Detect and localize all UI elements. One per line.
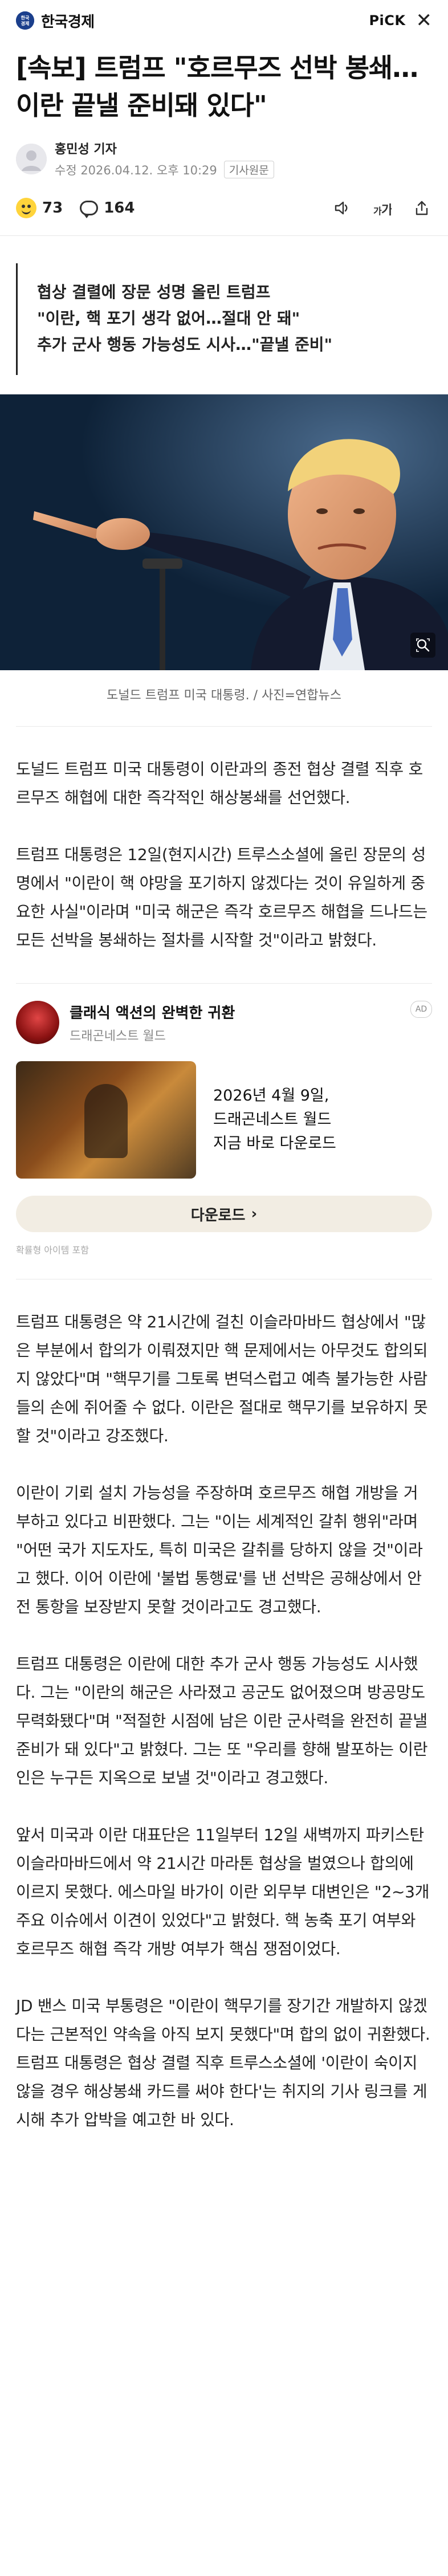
- comment-bubble-icon: [80, 201, 99, 218]
- body-paragraph: 도널드 트럼프 미국 대통령이 이란과의 종전 협상 결렬 직후 호르무즈 해협…: [16, 760, 423, 807]
- svg-text:경제: 경제: [21, 21, 30, 26]
- reaction-count: 73: [42, 199, 63, 217]
- original-article-button[interactable]: 기사원문: [223, 161, 274, 178]
- summary-line: 협상 결렬에 장문 성명 올린 트럼프: [37, 283, 271, 301]
- ad-copy-line: 지금 바로 다운로드: [213, 1135, 336, 1152]
- pick-icon[interactable]: PiCK: [369, 13, 405, 28]
- reporter-name[interactable]: 홍민성 기자: [55, 139, 274, 157]
- ad-copy-line: 2026년 4월 9일,: [213, 1087, 329, 1104]
- comment-button[interactable]: 164: [80, 199, 135, 218]
- advertiser-logo-icon: [16, 1001, 59, 1044]
- divider: [16, 983, 432, 984]
- modified-time: 수정 2026.04.12. 오후 10:29: [55, 163, 217, 177]
- byline-text: 홍민성 기자 수정 2026.04.12. 오후 10:29 기사원문: [55, 139, 274, 178]
- pick-label: PiC: [369, 13, 395, 28]
- press-brand[interactable]: 한국 경제 한국경제: [16, 10, 95, 31]
- hero-photo[interactable]: [0, 394, 448, 670]
- share-icon[interactable]: [412, 198, 432, 218]
- article-page: 한국 경제 한국경제 PiCK ✕ [속보] 트럼프 "호르무즈 선박 봉쇄…이란…: [0, 0, 448, 2576]
- press-name: 한국경제: [41, 13, 95, 31]
- ad-header-text: 클래식 액션의 완벽한 귀환 드래곤네스트 월드: [70, 1001, 235, 1044]
- summary-line: "이란, 핵 포기 생각 없어…절대 안 돼": [37, 309, 300, 328]
- body-paragraph: 트럼프 대통령은 12일(현지시간) 트루스소셜에 올린 장문의 성명에서 "이…: [16, 845, 427, 949]
- audio-icon[interactable]: [332, 198, 352, 218]
- summary-section: 협상 결렬에 장문 성명 올린 트럼프 "이란, 핵 포기 생각 없어…절대 안…: [0, 235, 448, 375]
- top-bar-right: PiCK ✕: [369, 9, 432, 32]
- ad-badge[interactable]: AD: [410, 1001, 432, 1018]
- ad-download-label: 다운로드: [190, 1207, 246, 1224]
- ad-copy-line: 드래곤네스트 월드: [213, 1111, 332, 1128]
- comment-count: 164: [104, 199, 135, 217]
- meta-row: 수정 2026.04.12. 오후 10:29 기사원문: [55, 161, 274, 178]
- zoom-icon[interactable]: [410, 633, 435, 658]
- summary-line: 추가 군사 행동 가능성도 시사…"끝낼 준비": [37, 335, 333, 354]
- photo-caption: 도널드 트럼프 미국 대통령. / 사진=연합뉴스: [107, 688, 341, 703]
- ad-footnote: 확률형 아이템 포함: [16, 1245, 89, 1256]
- body-paragraph: 앞서 미국과 이란 대표단은 11일부터 12일 새벽까지 파키스탄 이슬라마바…: [16, 1825, 430, 1958]
- ad-advertiser: 드래곤네스트 월드: [70, 1029, 166, 1044]
- ad-download-button[interactable]: 다운로드 ›: [16, 1196, 432, 1232]
- article-title: [속보] 트럼프 "호르무즈 선박 봉쇄…이란 끝낼 준비돼 있다": [16, 52, 418, 121]
- hero-photo-illustration: [0, 394, 448, 670]
- reaction-emoji-icon: [16, 198, 36, 218]
- action-bar: 73 164 가가: [0, 178, 448, 235]
- top-bar: 한국 경제 한국경제 PiCK ✕: [0, 0, 448, 41]
- action-bar-left: 73 164: [16, 198, 135, 218]
- press-logo-icon: 한국 경제: [16, 11, 34, 30]
- svg-text:가: 가: [381, 203, 392, 217]
- ad-block[interactable]: AD 클래식 액션의 완벽한 귀환 드래곤네스트 월드 2026년 4월 9일,…: [16, 1001, 432, 1256]
- pick-label-k: K: [394, 13, 406, 28]
- svg-text:한국: 한국: [21, 15, 30, 21]
- ad-title[interactable]: 클래식 액션의 완벽한 귀환: [70, 1001, 235, 1022]
- avatar-icon[interactable]: [16, 143, 47, 174]
- ad-copy: 2026년 4월 9일, 드래곤네스트 월드 지금 바로 다운로드: [213, 1084, 336, 1156]
- reaction-button[interactable]: 73: [16, 198, 63, 218]
- chevron-right-icon: ›: [251, 1205, 258, 1222]
- body-paragraph: 트럼프 대통령은 약 21시간에 걸친 이슬라마바드 협상에서 "많은 부분에서…: [16, 1313, 428, 1445]
- ad-thumbnail[interactable]: [16, 1061, 196, 1179]
- ad-header: 클래식 액션의 완벽한 귀환 드래곤네스트 월드: [16, 1001, 432, 1044]
- body-paragraph: JD 밴스 미국 부통령은 "이란이 핵무기를 장기간 개발하지 않겠다는 근본…: [16, 1996, 430, 2129]
- close-icon[interactable]: ✕: [416, 9, 433, 32]
- body-paragraph: 이란이 기뢰 설치 가능성을 주장하며 호르무즈 해협 개방을 거부하고 있다고…: [16, 1483, 423, 1616]
- svg-text:가: 가: [373, 206, 382, 217]
- summary-box: 협상 결렬에 장문 성명 올린 트럼프 "이란, 핵 포기 생각 없어…절대 안…: [16, 263, 432, 375]
- byline: 홍민성 기자 수정 2026.04.12. 오후 10:29 기사원문: [0, 136, 448, 178]
- body-paragraph: 트럼프 대통령은 이란에 대한 추가 군사 행동 가능성도 시사했다. 그는 "…: [16, 1654, 428, 1787]
- ad-body: 2026년 4월 9일, 드래곤네스트 월드 지금 바로 다운로드: [16, 1061, 432, 1179]
- font-size-icon[interactable]: 가가: [372, 198, 392, 218]
- action-bar-right: 가가: [332, 198, 432, 218]
